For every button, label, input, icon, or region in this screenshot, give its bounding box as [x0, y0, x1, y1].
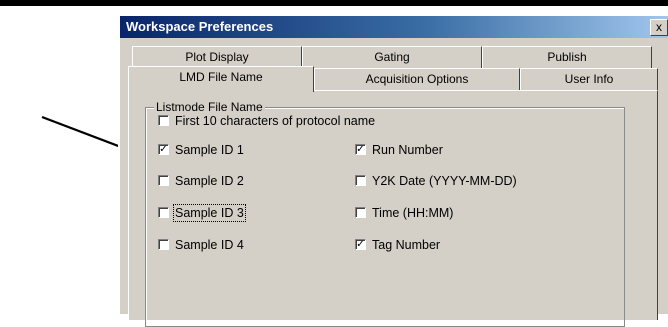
checkbox-box[interactable]: ✓	[355, 144, 366, 155]
group-label: Listmode File Name	[154, 100, 265, 114]
checkbox-label: Time (HH:MM)	[372, 206, 454, 220]
tab-plot-display[interactable]: Plot Display	[132, 46, 302, 68]
checkbox-box[interactable]	[355, 207, 366, 218]
dialog-title: Workspace Preferences	[126, 19, 274, 34]
checkbox-label: Tag Number	[372, 238, 441, 252]
listmode-file-name-group: Listmode File Name First 10 characters o…	[145, 100, 625, 327]
tab-user-info[interactable]: User Info	[520, 68, 658, 90]
tab-lmd-file-name[interactable]: LMD File Name	[128, 66, 314, 92]
checkbox-box[interactable]	[158, 207, 169, 218]
checkbox-box[interactable]	[355, 175, 366, 186]
checkbox-box[interactable]	[158, 239, 169, 250]
tab-panel: Listmode File Name First 10 characters o…	[128, 90, 658, 327]
checkbox-label: Run Number	[372, 143, 443, 157]
tab-gating[interactable]: Gating	[302, 46, 482, 68]
checkbox-label: Sample ID 1	[175, 143, 244, 157]
close-button[interactable]: x	[650, 19, 668, 36]
title-bar[interactable]: Workspace Preferences x	[120, 16, 668, 38]
checkbox-box[interactable]	[158, 115, 169, 126]
checkbox-label: Sample ID 4	[175, 238, 244, 252]
checkbox-box[interactable]: ✓	[355, 239, 366, 250]
workspace-preferences-dialog: Workspace Preferences x Plot Display Gat…	[118, 14, 668, 327]
checkbox-label: Sample ID 2	[175, 174, 244, 188]
tab-acquisition-options[interactable]: Acquisition Options	[314, 68, 520, 90]
checkbox-label: Y2K Date (YYYY-MM-DD)	[372, 174, 517, 188]
checkbox-label: Sample ID 3	[173, 204, 246, 222]
tab-publish[interactable]: Publish	[482, 46, 652, 68]
checkbox-box[interactable]: ✓	[158, 144, 169, 155]
checkbox-label: First 10 characters of protocol name	[175, 114, 376, 128]
checkbox-box[interactable]	[158, 175, 169, 186]
